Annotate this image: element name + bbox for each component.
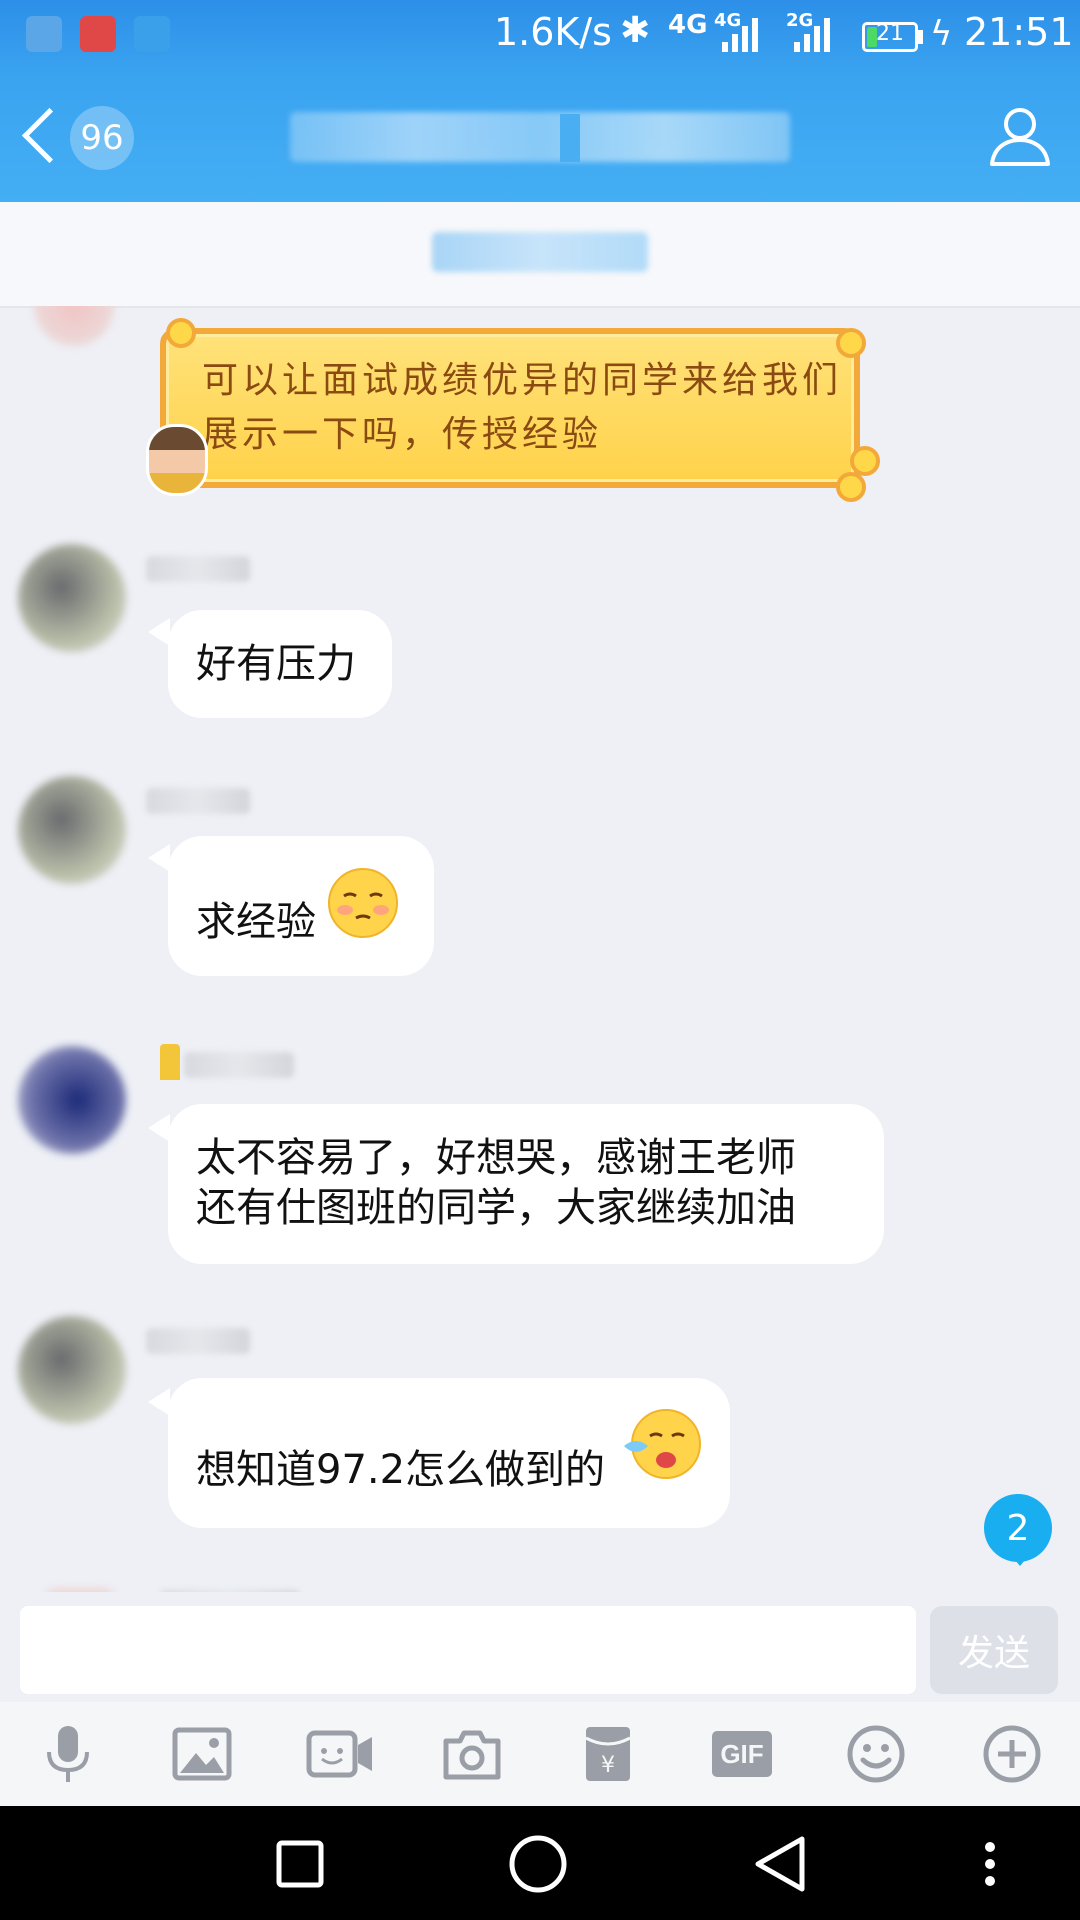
- person-icon: [990, 108, 1050, 166]
- avatar[interactable]: [18, 776, 126, 884]
- emoji-icon: [847, 1725, 905, 1783]
- signal-icon-2: [794, 18, 830, 52]
- message-bubble[interactable]: 想知道97.2怎么做到的: [168, 1378, 730, 1528]
- message-text: 可以让面试成绩优异的同学来给我们展示一下吗，传授经验: [202, 360, 843, 455]
- svg-text:¥: ¥: [601, 1753, 615, 1778]
- message-text-line-2: 还有仕图班的同学，大家继续加油: [196, 1185, 796, 1231]
- clock: 21:51: [964, 10, 1074, 54]
- eye-care-icon: [134, 16, 170, 52]
- home-icon: [509, 1835, 567, 1893]
- microphone-icon: [47, 1726, 89, 1782]
- gift-message-bubble[interactable]: 可以让面试成绩优异的同学来给我们展示一下吗，传授经验: [160, 328, 860, 488]
- unread-count-badge: 96: [70, 106, 134, 170]
- notice-text-redacted: [432, 232, 648, 272]
- recent-apps-button[interactable]: [270, 1834, 330, 1894]
- new-messages-badge[interactable]: 2: [984, 1494, 1052, 1562]
- chevron-left-icon: [21, 107, 78, 164]
- menu-icon: [985, 1842, 995, 1886]
- battery-level: 21: [876, 21, 904, 46]
- recent-apps-icon: [276, 1840, 324, 1888]
- avatar[interactable]: [34, 306, 114, 346]
- group-members-button[interactable]: [986, 102, 1054, 170]
- health-app-icon: [26, 16, 62, 52]
- crying-face-emoji-icon: [624, 1409, 701, 1479]
- bee-character-icon: [146, 424, 208, 496]
- badge-tail: [1010, 1554, 1030, 1566]
- gif-button[interactable]: GIF: [712, 1724, 772, 1784]
- message-bubble[interactable]: 太不容易了，好想哭，感谢王老师 还有仕图班的同学，大家继续加油: [168, 1104, 884, 1264]
- emoji-button[interactable]: [846, 1724, 906, 1784]
- nickname-redacted: [184, 1052, 294, 1078]
- image-button[interactable]: [172, 1724, 232, 1784]
- message-text: 好有压力: [196, 641, 356, 687]
- menu-button[interactable]: [960, 1834, 1020, 1894]
- nickname-redacted: [146, 1328, 250, 1354]
- voice-button[interactable]: [38, 1724, 98, 1784]
- plus-icon: [983, 1725, 1041, 1783]
- honeycomb-decor: [166, 318, 196, 348]
- missed-call-icon: [80, 16, 116, 52]
- honeycomb-decor: [836, 328, 866, 358]
- signal-icon: [722, 18, 758, 52]
- bluetooth-icon: ✱: [620, 10, 651, 51]
- composer-toolbar: ¥ GIF: [0, 1702, 1080, 1806]
- video-call-icon: [306, 1730, 372, 1778]
- avatar[interactable]: [18, 1046, 126, 1154]
- message-bubble[interactable]: 好有压力: [168, 610, 392, 718]
- avatar[interactable]: [18, 1316, 126, 1424]
- home-button[interactable]: [508, 1834, 568, 1894]
- battery-tip: [918, 30, 923, 44]
- shy-face-emoji-icon: [328, 868, 398, 938]
- camera-icon: [443, 1730, 501, 1780]
- send-button[interactable]: 发送: [930, 1606, 1058, 1694]
- red-packet-icon: ¥: [585, 1727, 631, 1781]
- nickname-redacted: [146, 556, 250, 582]
- status-bar: 1.6K/s ✱ 4G 4G 2G 21 ϟ 21:51: [0, 0, 1080, 74]
- battery-icon: 21: [862, 21, 918, 52]
- message-text: 想知道97.2怎么做到的: [196, 1447, 606, 1493]
- more-button[interactable]: [982, 1724, 1042, 1784]
- system-nav-bar: [0, 1806, 1080, 1920]
- honeycomb-decor: [836, 472, 866, 502]
- bubble-tail: [148, 618, 170, 646]
- message-input[interactable]: [20, 1606, 916, 1694]
- title-gap: [560, 114, 580, 162]
- video-call-button[interactable]: [306, 1724, 376, 1784]
- group-notice-bar[interactable]: [0, 202, 1080, 308]
- composer: 发送: [0, 1592, 1080, 1702]
- camera-button[interactable]: [442, 1724, 502, 1784]
- message-list[interactable]: 可以让面试成绩优异的同学来给我们展示一下吗，传授经验 好有压力 求经验 太不容易…: [0, 306, 1080, 1606]
- message-text-line-1: 太不容易了，好想哭，感谢王老师: [196, 1135, 796, 1181]
- red-packet-button[interactable]: ¥: [578, 1724, 638, 1784]
- image-icon: [172, 1727, 232, 1781]
- back-nav-button[interactable]: [750, 1834, 810, 1894]
- network-speed: 1.6K/s: [494, 10, 612, 54]
- avatar[interactable]: [18, 544, 126, 652]
- network-type-1: 4G: [668, 10, 708, 40]
- bubble-tail: [148, 1114, 170, 1142]
- bubble-tail: [148, 844, 170, 872]
- message-text: 求经验: [196, 899, 316, 945]
- gif-icon: GIF: [712, 1731, 772, 1777]
- nickname-redacted: [146, 788, 250, 814]
- group-title-redacted: [290, 112, 790, 162]
- charging-icon: ϟ: [930, 14, 953, 54]
- back-button[interactable]: 96: [20, 106, 140, 172]
- bubble-tail: [148, 1388, 170, 1416]
- back-icon: [755, 1836, 805, 1892]
- message-bubble[interactable]: 求经验: [168, 836, 434, 976]
- chat-header: 96: [0, 74, 1080, 202]
- crown-badge-icon: [160, 1044, 180, 1080]
